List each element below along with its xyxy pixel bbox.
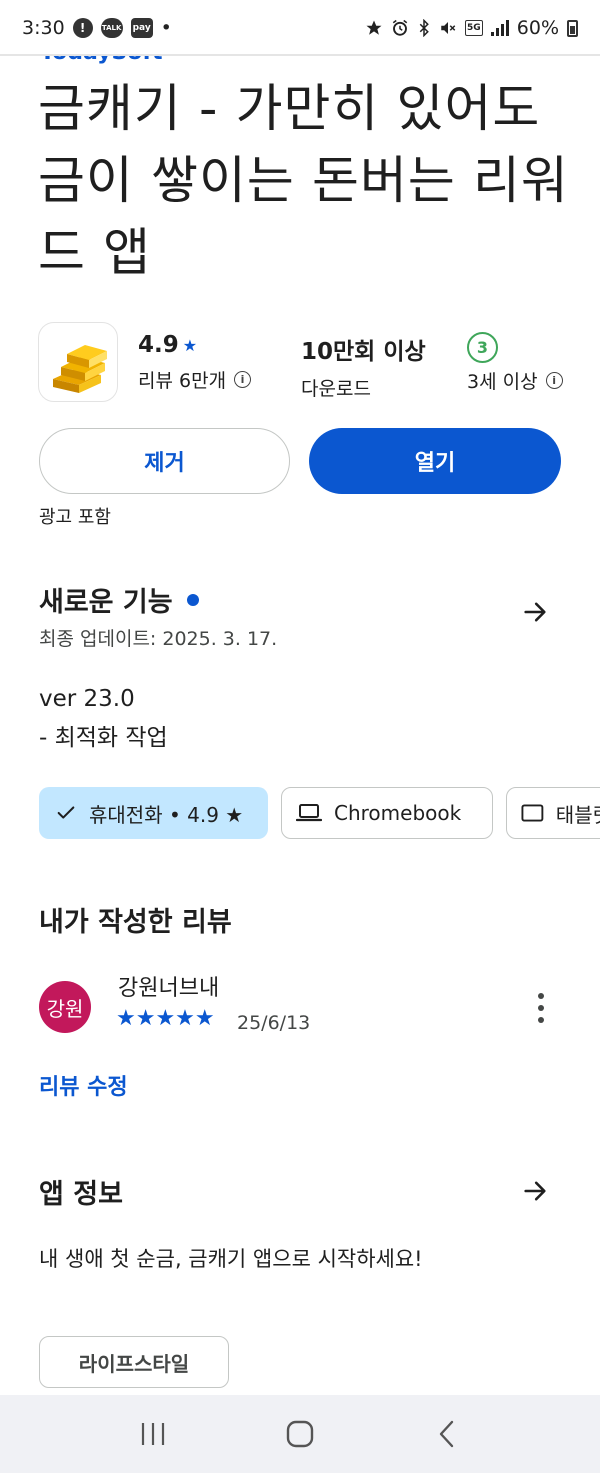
whats-new-title[interactable]: 새로운 기능 — [39, 580, 199, 619]
age-rating-stat: 3 3세 이상 i — [467, 332, 563, 394]
chip-chromebook-label: Chromebook — [334, 801, 462, 825]
contains-ads-note: 광고 포함 — [39, 507, 111, 528]
whats-new-label: 새로운 기능 — [39, 587, 173, 618]
downloads-label: 다운로드 — [301, 378, 371, 400]
chip-chromebook[interactable]: Chromebook — [281, 787, 493, 839]
release-notes: ver 23.0 - 최적화 작업 — [39, 680, 168, 758]
info-icon[interactable]: i — [545, 372, 563, 389]
release-note-item: - 최적화 작업 — [39, 725, 168, 751]
edit-review-link[interactable]: 리뷰 수정 — [39, 1069, 128, 1101]
age-rating-label: 3세 이상 — [467, 371, 538, 393]
star-status-icon — [365, 19, 383, 37]
avatar: 강원 — [39, 981, 91, 1033]
arrow-right-icon[interactable] — [515, 1171, 555, 1211]
star-icon: ★ — [182, 335, 198, 355]
chip-tablet[interactable]: 태블릿 — [506, 787, 600, 839]
about-description: 내 생애 첫 순금, 금캐기 앱으로 시작하세요! — [39, 1247, 423, 1271]
chip-tablet-label: 태블릿 — [555, 802, 600, 827]
more-options-icon[interactable] — [528, 988, 554, 1028]
status-bar: 3:30 ! TALK pay • 5G 60% — [0, 0, 600, 56]
battery-icon — [567, 19, 578, 37]
recents-icon[interactable] — [123, 1409, 183, 1459]
tablet-icon — [521, 804, 544, 822]
status-dot: • — [160, 17, 172, 39]
new-indicator-dot — [186, 593, 199, 606]
category-chip[interactable]: 라이프스타일 — [39, 1336, 229, 1388]
gold-bars-icon — [38, 322, 118, 402]
rating-value: 4.9 — [138, 332, 179, 358]
open-button[interactable]: 열기 — [309, 428, 561, 494]
alert-icon: ! — [72, 18, 93, 38]
app-title: 금캐기 - 가만히 있어도 금이 쌓이는 돈버는 리워드 앱 — [38, 80, 569, 283]
chip-phone[interactable]: 휴대전화 • 4.9 ★ — [39, 787, 268, 839]
downloads-stat: 10만회 이상 다운로드 — [301, 332, 426, 401]
status-time: 3:30 — [22, 17, 65, 39]
mute-icon — [439, 19, 457, 37]
signal-icon — [490, 20, 509, 36]
release-version: ver 23.0 — [39, 686, 135, 712]
downloads-value: 10만회 이상 — [301, 339, 426, 365]
back-icon[interactable] — [417, 1409, 477, 1459]
arrow-right-icon[interactable] — [515, 592, 555, 632]
status-left: 3:30 ! TALK pay • — [22, 17, 172, 39]
alarm-icon — [391, 19, 409, 37]
kakaotalk-icon: TALK — [100, 18, 123, 38]
info-icon[interactable]: i — [234, 371, 252, 388]
bluetooth-icon — [417, 19, 431, 37]
battery-percent: 60% — [516, 17, 559, 39]
rating-stat: 4.9 ★ 리뷰 6만개 i — [138, 332, 252, 393]
my-review-title: 내가 작성한 리뷰 — [39, 907, 232, 938]
status-divider — [0, 54, 600, 56]
reviews-count: 리뷰 6만개 — [138, 370, 227, 392]
home-icon[interactable] — [270, 1409, 330, 1459]
last-updated: 최종 업데이트: 2025. 3. 17. — [39, 628, 278, 650]
reviewer-name: 강원너브내 — [118, 976, 220, 1001]
network-5g-icon: 5G — [464, 20, 483, 36]
status-right: 5G 60% — [365, 17, 578, 39]
system-nav-bar — [0, 1395, 600, 1473]
laptop-icon — [296, 804, 322, 822]
review-date: 25/6/13 — [237, 1012, 311, 1034]
about-app-title[interactable]: 앱 정보 — [39, 1172, 123, 1211]
chip-phone-label: 휴대전화 • 4.9 ★ — [89, 802, 244, 827]
uninstall-button[interactable]: 제거 — [39, 428, 290, 494]
review-stars: ★★★★★ — [116, 1006, 215, 1031]
age-rating-badge: 3 — [467, 332, 498, 363]
check-icon — [57, 806, 75, 819]
pay-icon: pay — [130, 18, 153, 38]
